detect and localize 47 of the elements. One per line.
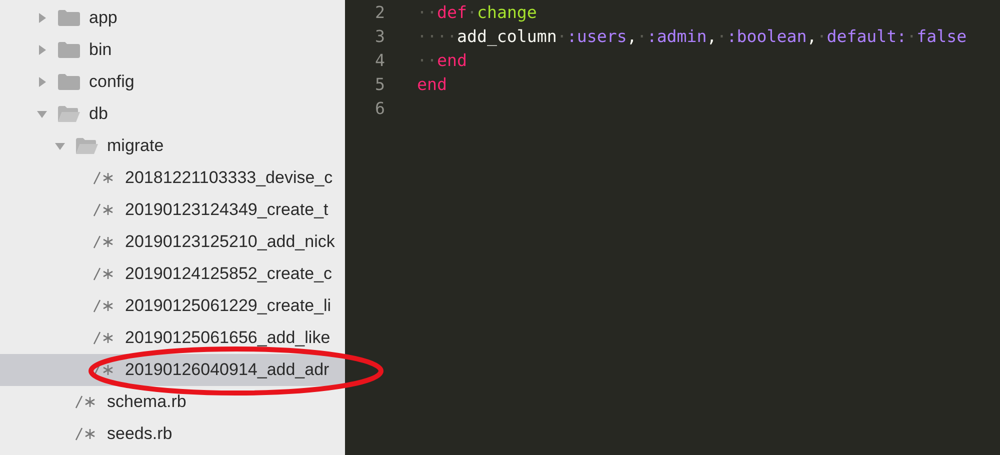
tree-item[interactable]: db xyxy=(0,98,345,130)
item-label: db xyxy=(89,104,108,124)
collapsed-arrow-icon[interactable] xyxy=(36,12,48,24)
item-label: 20190125061229_create_li xyxy=(125,296,332,316)
collapsed-arrow-icon[interactable] xyxy=(36,76,48,88)
line-number: 6 xyxy=(374,98,385,118)
folder-icon xyxy=(57,73,81,91)
code-line: ····add_column·:users,·:admin,·:boolean,·default:·false xyxy=(417,26,967,46)
item-label: bin xyxy=(89,40,112,60)
tree-item[interactable]: migrate xyxy=(0,130,345,162)
tree-item[interactable]: 20190124125852_create_c xyxy=(0,258,345,290)
line-number: 4 xyxy=(374,50,385,70)
tree-item[interactable]: 20190125061229_create_li xyxy=(0,290,345,322)
code-line: end xyxy=(417,74,447,94)
item-label: 20190123124349_create_t xyxy=(125,200,328,220)
line-number: 2 xyxy=(374,2,385,22)
tree-item[interactable]: bin xyxy=(0,34,345,66)
code-line: ··end xyxy=(417,50,467,70)
folder-icon xyxy=(57,41,81,59)
item-label: 20190123125210_add_nick xyxy=(125,232,335,252)
code-line: ··def·change xyxy=(417,2,537,22)
expanded-arrow-icon[interactable] xyxy=(36,108,48,120)
tree-item[interactable]: 20181221103333_devise_c xyxy=(0,162,345,194)
item-label: config xyxy=(89,72,134,92)
folder-icon xyxy=(75,137,99,155)
folder-icon xyxy=(57,105,81,123)
line-number: 5 xyxy=(374,74,385,94)
tree-item[interactable]: config xyxy=(0,66,345,98)
folder-icon xyxy=(57,9,81,27)
expanded-arrow-icon[interactable] xyxy=(54,140,66,152)
tree-item[interactable]: 20190123124349_create_t xyxy=(0,194,345,226)
line-number: 3 xyxy=(374,26,385,46)
tree-item[interactable]: seeds.rb xyxy=(0,418,345,450)
collapsed-arrow-icon[interactable] xyxy=(36,44,48,56)
tree-item[interactable]: app xyxy=(0,2,345,34)
item-label: seeds.rb xyxy=(107,424,172,444)
tree-item[interactable]: 20190123125210_add_nick xyxy=(0,226,345,258)
item-label: 20190126040914_add_adr xyxy=(125,360,330,380)
item-label: app xyxy=(89,8,118,28)
item-label: schema.rb xyxy=(107,392,186,412)
item-label: migrate xyxy=(107,136,164,156)
tree-item[interactable]: 20190126040914_add_adr xyxy=(0,354,345,386)
item-label: 20181221103333_devise_c xyxy=(125,168,333,188)
tree-item[interactable]: schema.rb xyxy=(0,386,345,418)
item-label: 20190124125852_create_c xyxy=(125,264,332,284)
item-label: 20190125061656_add_like xyxy=(125,328,330,348)
tree-item[interactable]: 20190125061656_add_like xyxy=(0,322,345,354)
